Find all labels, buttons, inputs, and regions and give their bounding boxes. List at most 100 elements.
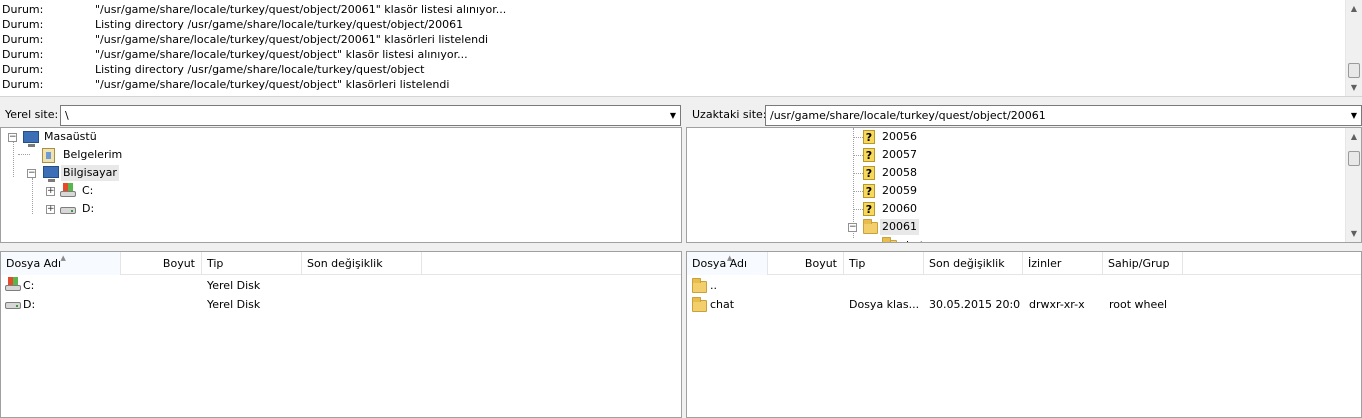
sort-ascending-icon: ▲: [60, 254, 66, 262]
column-header-type[interactable]: Tip: [844, 252, 924, 275]
log-status-label: Durum:: [2, 78, 44, 91]
remote-site-bar: Uzaktaki site: /usr/game/share/locale/tu…: [686, 103, 1362, 127]
log-message: "/usr/game/share/locale/turkey/quest/obj…: [95, 3, 507, 16]
tree-node-label: C:: [82, 184, 94, 197]
collapse-icon[interactable]: −: [848, 223, 857, 232]
log-status-label: Durum:: [2, 18, 44, 31]
tree-node-20057[interactable]: ? 20057: [687, 146, 987, 164]
question-folder-icon: ?: [863, 184, 875, 198]
local-site-bar: Yerel site: \ ▼: [0, 103, 682, 127]
tree-node-label: 20061: [880, 219, 919, 235]
file-name: ..: [710, 279, 717, 292]
tree-node-label: 20060: [882, 202, 917, 215]
tree-node-label: Belgelerim: [63, 148, 123, 161]
list-item[interactable]: chat Dosya klas... 30.05.2015 20:0... dr…: [687, 295, 1361, 314]
column-header-size[interactable]: Boyut: [768, 252, 844, 275]
scroll-down-icon[interactable]: ▼: [1346, 225, 1361, 242]
file-modified: 30.05.2015 20:0...: [929, 298, 1021, 311]
tree-node-drive-c[interactable]: + C:: [1, 182, 201, 200]
file-type: Yerel Disk: [207, 279, 261, 292]
drive-icon: [60, 207, 76, 214]
file-permissions: drwxr-xr-x: [1029, 298, 1085, 311]
column-header-name[interactable]: ▲ Dosya Adı: [1, 252, 121, 275]
tree-node-label: 20058: [882, 166, 917, 179]
scroll-thumb[interactable]: [1348, 151, 1360, 166]
tree-node-20061[interactable]: − 20061: [687, 218, 987, 236]
scroll-thumb[interactable]: [1348, 63, 1360, 78]
tree-node-drive-d[interactable]: + D:: [1, 200, 201, 218]
file-name: D:: [23, 298, 36, 311]
column-header-owner[interactable]: Sahip/Grup: [1103, 252, 1183, 275]
tree-node-20058[interactable]: ? 20058: [687, 164, 987, 182]
remote-site-label: Uzaktaki site:: [692, 108, 767, 121]
scroll-down-icon[interactable]: ▼: [1346, 79, 1362, 96]
folder-icon: [692, 297, 707, 312]
collapse-icon[interactable]: −: [27, 169, 36, 178]
message-log[interactable]: Durum: "/usr/game/share/locale/turkey/qu…: [0, 0, 1362, 97]
log-scrollbar[interactable]: ▲ ▼: [1345, 0, 1362, 96]
column-header-name[interactable]: ▲ Dosya Adı: [687, 252, 768, 275]
collapse-icon[interactable]: −: [8, 133, 17, 142]
tree-node-label: Masaüstü: [44, 130, 97, 143]
column-header-modified[interactable]: Son değişiklik: [302, 252, 422, 275]
local-file-list[interactable]: ▲ Dosya Adı Boyut Tip Son değişiklik C: …: [0, 251, 682, 418]
drive-icon: [5, 277, 21, 292]
documents-icon: [42, 148, 55, 163]
file-name: C:: [23, 279, 35, 292]
list-item[interactable]: C: Yerel Disk: [1, 276, 681, 295]
tree-node-desktop[interactable]: − Masaüstü: [1, 128, 201, 147]
chevron-down-icon[interactable]: ▼: [1351, 106, 1357, 125]
list-item[interactable]: ..: [687, 276, 1361, 295]
tree-node-label: D:: [82, 202, 95, 215]
tree-node-label: 20056: [882, 130, 917, 143]
scroll-up-icon[interactable]: ▲: [1346, 128, 1361, 145]
remote-tree-scrollbar[interactable]: ▲ ▼: [1345, 128, 1361, 242]
remote-file-list[interactable]: ▲ Dosya Adı Boyut Tip Son değişiklik İzi…: [686, 251, 1362, 418]
question-folder-icon: ?: [863, 148, 875, 162]
log-message: "/usr/game/share/locale/turkey/quest/obj…: [95, 78, 450, 91]
tree-node-label: 20059: [882, 184, 917, 197]
question-folder-icon: ?: [863, 130, 875, 144]
file-type: Yerel Disk: [207, 298, 261, 311]
tree-node-20059[interactable]: ? 20059: [687, 182, 987, 200]
file-owner: root wheel: [1109, 298, 1168, 311]
log-status-label: Durum:: [2, 33, 44, 46]
tree-node-20056[interactable]: ? 20056: [687, 128, 987, 146]
log-status-label: Durum:: [2, 3, 44, 16]
tree-node-computer[interactable]: − Bilgisayar: [1, 164, 201, 182]
column-header-size[interactable]: Boyut: [121, 252, 202, 275]
expand-icon[interactable]: +: [46, 205, 55, 214]
log-message: Listing directory /usr/game/share/locale…: [95, 63, 425, 76]
tree-node-chat[interactable]: chat: [687, 236, 987, 242]
tree-node-documents[interactable]: Belgelerim: [1, 146, 201, 164]
file-type: Dosya klas...: [849, 298, 920, 311]
remote-list-header: ▲ Dosya Adı Boyut Tip Son değişiklik İzi…: [687, 252, 1361, 275]
question-folder-icon: ?: [863, 166, 875, 180]
local-list-header: ▲ Dosya Adı Boyut Tip Son değişiklik: [1, 252, 681, 275]
folder-icon: [692, 278, 707, 293]
expand-icon[interactable]: +: [46, 187, 55, 196]
chevron-down-icon[interactable]: ▼: [670, 106, 676, 125]
tree-node-label: 20057: [882, 148, 917, 161]
log-message: Listing directory /usr/game/share/locale…: [95, 18, 464, 31]
remote-site-path-combo[interactable]: /usr/game/share/locale/turkey/quest/obje…: [765, 105, 1362, 126]
log-message: "/usr/game/share/locale/turkey/quest/obj…: [95, 48, 468, 61]
local-site-path: \: [65, 109, 69, 122]
horizontal-splitter[interactable]: [0, 243, 1362, 251]
local-site-label: Yerel site:: [5, 108, 59, 121]
local-site-path-combo[interactable]: \ ▼: [60, 105, 681, 126]
local-directory-tree[interactable]: − Masaüstü Belgelerim − Bilgisayar + C: …: [0, 127, 682, 243]
question-folder-icon: ?: [863, 202, 875, 216]
folder-icon: [863, 219, 878, 234]
tree-node-label: Bilgisayar: [61, 165, 119, 181]
column-header-permissions[interactable]: İzinler: [1023, 252, 1103, 275]
tree-node-20060[interactable]: ? 20060: [687, 200, 987, 218]
list-item[interactable]: D: Yerel Disk: [1, 295, 681, 314]
remote-directory-tree[interactable]: ? 20056 ? 20057 ? 20058 ? 20059 ? 20060 …: [686, 127, 1362, 243]
log-message: "/usr/game/share/locale/turkey/quest/obj…: [95, 33, 489, 46]
column-header-type[interactable]: Tip: [202, 252, 302, 275]
scroll-up-icon[interactable]: ▲: [1346, 0, 1362, 17]
drive-icon: [5, 302, 21, 309]
column-header-modified[interactable]: Son değişiklik: [924, 252, 1023, 275]
remote-site-path: /usr/game/share/locale/turkey/quest/obje…: [770, 109, 1046, 122]
